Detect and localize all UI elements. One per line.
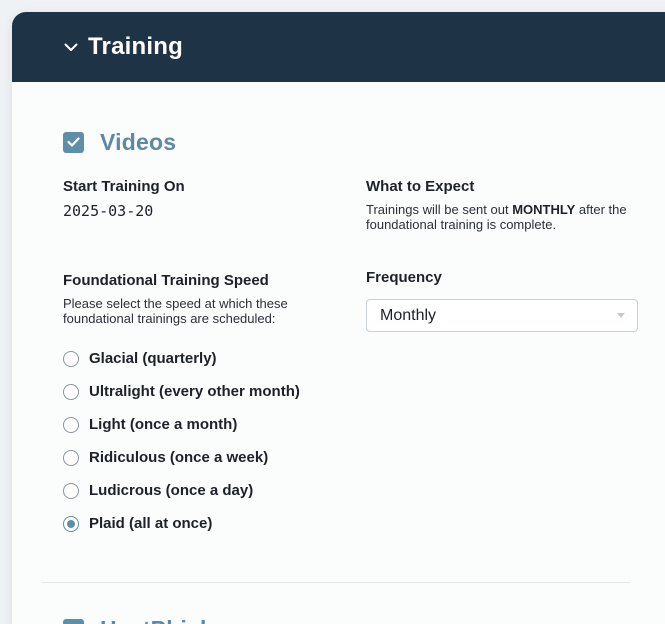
start-training-label: Start Training On xyxy=(63,178,185,195)
videos-section: Videos Start Training On 2025-03-20 Foun… xyxy=(12,127,665,532)
training-card: Training Videos Start Training On 2025-0… xyxy=(12,12,665,624)
right-column: What to Expect Trainings will be sent ou… xyxy=(366,177,646,332)
radio-button-selected[interactable] xyxy=(63,515,79,532)
radio-button[interactable] xyxy=(63,350,79,367)
radio-label: Light (once a month) xyxy=(89,416,238,433)
videos-section-title: Videos xyxy=(100,128,177,155)
frequency-select[interactable]: Monthly xyxy=(366,299,638,332)
radio-dot xyxy=(67,519,75,528)
start-training-value: 2025-03-20 xyxy=(63,202,154,220)
radio-option-glacial[interactable]: Glacial (quarterly) xyxy=(63,342,343,375)
radio-option-ultralight[interactable]: Ultralight (every other month) xyxy=(63,375,343,408)
what-to-expect-text: Trainings will be sent out MONTHLY after… xyxy=(366,202,646,232)
expect-text-before: Trainings will be sent out xyxy=(366,202,513,217)
radio-button[interactable] xyxy=(63,482,79,499)
frequency-label: Frequency xyxy=(366,269,442,286)
videos-section-header: Videos xyxy=(63,127,665,157)
heatphish-section-header: HeatPhish xyxy=(63,616,214,624)
radio-button[interactable] xyxy=(63,449,79,466)
radio-label: Ultralight (every other month) xyxy=(89,383,300,400)
radio-label: Ludicrous (once a day) xyxy=(89,482,254,499)
training-speed-label: Foundational Training Speed xyxy=(63,272,269,289)
radio-label: Ridiculous (once a week) xyxy=(89,449,269,466)
card-title: Training xyxy=(88,33,183,60)
left-column: Start Training On 2025-03-20 Foundationa… xyxy=(63,177,343,540)
what-to-expect-label: What to Expect xyxy=(366,178,475,195)
expect-text-bold: MONTHLY xyxy=(512,202,576,217)
radio-option-ridiculous[interactable]: Ridiculous (once a week) xyxy=(63,441,343,474)
frequency-select-value: Monthly xyxy=(380,306,437,324)
section-divider xyxy=(42,582,630,583)
radio-label: Plaid (all at once) xyxy=(89,515,213,532)
radio-option-ludicrous[interactable]: Ludicrous (once a day) xyxy=(63,474,343,507)
radio-option-plaid[interactable]: Plaid (all at once) xyxy=(63,507,343,540)
radio-label: Glacial (quarterly) xyxy=(89,350,217,367)
heatphish-checkbox[interactable] xyxy=(63,619,84,624)
radio-button[interactable] xyxy=(63,383,79,400)
training-header[interactable]: Training xyxy=(12,12,665,82)
videos-checkbox[interactable] xyxy=(63,131,84,153)
radio-button[interactable] xyxy=(63,416,79,433)
training-speed-description: Please select the speed at which these f… xyxy=(63,296,288,326)
training-speed-radio-group: Glacial (quarterly) Ultralight (every ot… xyxy=(63,342,343,540)
chevron-down-icon[interactable] xyxy=(62,38,80,56)
heatphish-section-title: HeatPhish xyxy=(100,616,214,624)
dropdown-arrow-icon xyxy=(617,313,625,318)
radio-option-light[interactable]: Light (once a month) xyxy=(63,408,343,441)
checkmark-icon xyxy=(67,137,80,147)
